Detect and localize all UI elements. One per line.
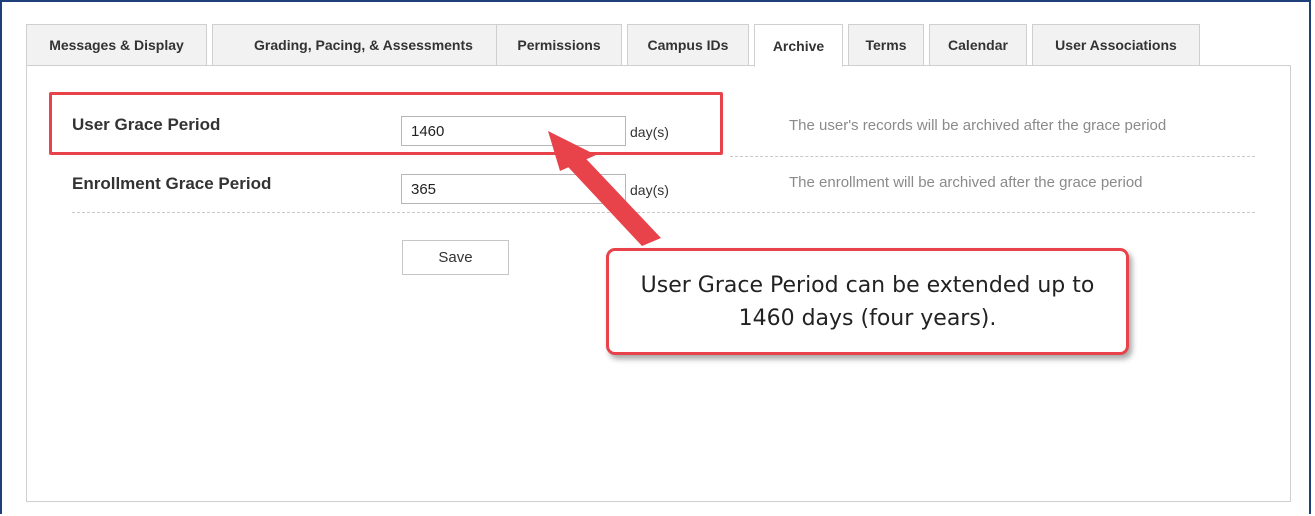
user-grace-help-text: The user's records will be archived afte…: [789, 117, 1167, 134]
enrollment-grace-help-text: The enrollment will be archived after th…: [789, 174, 1143, 191]
tab-messages-display[interactable]: Messages & Display: [26, 24, 207, 66]
row-divider: [730, 156, 1255, 157]
enrollment-grace-period-label: Enrollment Grace Period: [72, 174, 272, 193]
tab-grading-pacing-assessments[interactable]: Grading, Pacing, & Assessments: [212, 24, 515, 66]
tab-terms[interactable]: Terms: [848, 24, 924, 66]
tab-user-associations[interactable]: User Associations: [1032, 24, 1200, 66]
enrollment-grace-period-input[interactable]: [401, 174, 626, 204]
tab-permissions[interactable]: Permissions: [496, 24, 622, 66]
save-button[interactable]: Save: [402, 240, 509, 275]
tab-calendar[interactable]: Calendar: [929, 24, 1027, 66]
highlight-box: [49, 92, 723, 155]
row-divider: [72, 212, 1255, 213]
annotation-callout: User Grace Period can be extended up to …: [606, 248, 1129, 355]
tab-campus-ids[interactable]: Campus IDs: [627, 24, 749, 66]
enrollment-grace-unit: day(s): [630, 182, 669, 198]
tab-archive[interactable]: Archive: [754, 24, 843, 67]
